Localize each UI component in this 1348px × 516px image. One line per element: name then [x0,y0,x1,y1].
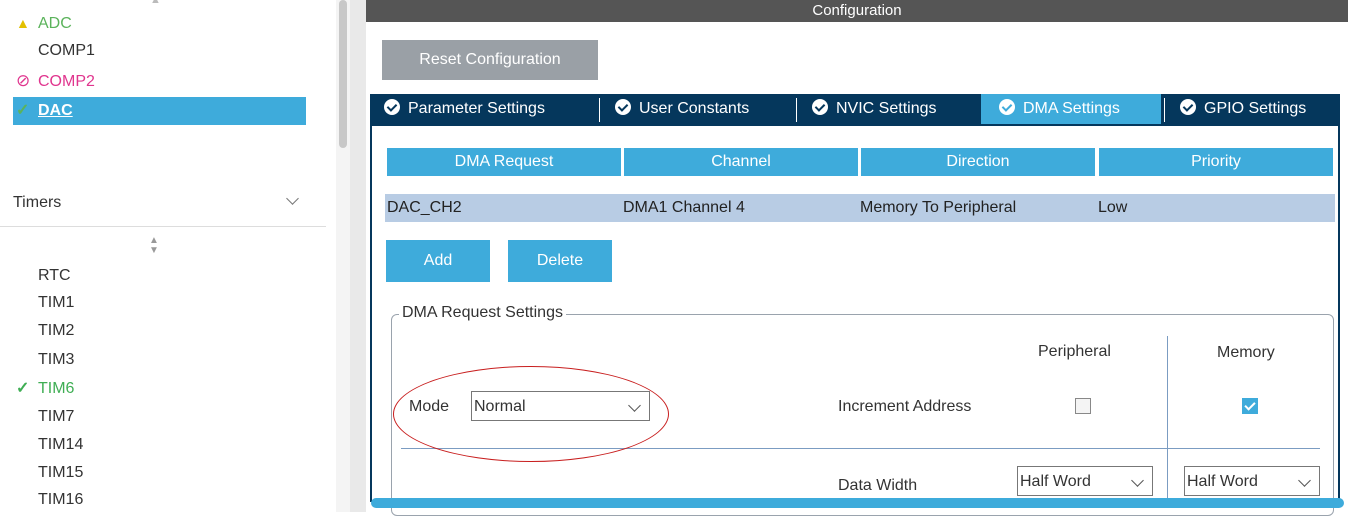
check-icon: ✓ [16,102,30,119]
ip-item-adc[interactable]: ▲ ADC [16,12,72,34]
check-circle-icon [615,99,631,115]
ip-item-tim6[interactable]: ✓ TIM6 [16,378,74,400]
ip-item-rtc[interactable]: RTC [16,265,71,287]
peripheral-column-header: Peripheral [1038,343,1111,360]
horizontal-scrollbar[interactable] [371,498,1344,508]
ip-item-tim1[interactable]: TIM1 [16,292,74,314]
ip-item-tim16[interactable]: TIM16 [16,489,83,511]
panel-splitter[interactable] [350,0,366,512]
tab-separator [796,98,797,122]
table-cell-direction: Memory To Peripheral [860,199,1017,216]
ip-item-comp1[interactable]: COMP1 [16,40,95,62]
chevron-down-icon [1131,474,1144,487]
configuration-title: Configuration [366,0,1348,22]
left-scrollbar[interactable] [336,0,350,512]
memory-data-width-value: Half Word [1187,473,1258,490]
peripheral-data-width-select[interactable]: Half Word [1017,466,1153,496]
tab-gpio-settings[interactable]: GPIO Settings [1166,94,1340,124]
tab-nvic-settings[interactable]: NVIC Settings [798,94,978,124]
timers-divider [0,226,326,227]
mode-highlight-ellipse [393,366,669,462]
ip-item-tim2[interactable]: TIM2 [16,320,74,342]
memory-data-width-select[interactable]: Half Word [1184,466,1320,496]
tab-separator [1164,98,1165,122]
disabled-icon: ⊘ [16,71,31,90]
tab-separator [599,98,600,122]
timers-category-label: Timers [13,194,62,211]
tab-user-constants[interactable]: User Constants [601,94,795,124]
warning-icon: ▲ [16,15,30,31]
ip-item-tim7[interactable]: TIM7 [16,406,74,428]
left-scrollbar-thumb[interactable] [339,0,347,148]
table-cell-priority: Low [1098,199,1128,216]
check-circle-icon [1180,99,1196,115]
chevron-down-icon [1298,474,1311,487]
memory-increment-checkbox[interactable] [1242,398,1258,414]
check-circle-icon [999,99,1015,115]
reset-configuration-button[interactable]: Reset Configuration [382,40,598,80]
ip-item-comp2[interactable]: ⊘ COMP2 [16,70,95,92]
ip-list-panel: ▲ ▲ ADC COMP1 ⊘ COMP2 ✓ DAC Timers ▲ ▼ RTC T… [0,0,336,512]
ip-item-tim14[interactable]: TIM14 [16,434,83,456]
add-button[interactable]: Add [386,240,490,282]
chevron-down-icon [286,192,299,205]
check-circle-icon [384,99,400,115]
column-header-dma-request[interactable]: DMA Request [387,148,621,176]
data-width-label: Data Width [838,477,918,494]
ip-item-dac[interactable]: ✓ DAC [16,100,73,122]
scroll-up-arrow-icon[interactable]: ▲ [150,0,162,6]
config-tab-bar: Parameter Settings User Constants NVIC S… [370,94,1340,126]
tab-dma-settings[interactable]: DMA Settings [981,94,1161,124]
table-cell-channel: DMA1 Channel 4 [623,199,745,216]
sort-arrows-icon[interactable]: ▲ ▼ [149,236,159,256]
column-divider [1167,336,1168,500]
column-header-priority[interactable]: Priority [1099,148,1333,176]
timers-category-header[interactable]: Timers [0,190,320,218]
peripheral-data-width-value: Half Word [1020,473,1091,490]
check-circle-icon [812,99,828,115]
dma-request-settings-title: DMA Request Settings [399,303,566,323]
ip-item-tim15[interactable]: TIM15 [16,462,83,484]
memory-column-header: Memory [1217,344,1275,361]
column-header-direction[interactable]: Direction [861,148,1095,176]
increment-address-label: Increment Address [838,398,972,415]
column-header-channel[interactable]: Channel [624,148,858,176]
table-cell-dma-request: DAC_CH2 [387,199,462,216]
tab-parameter-settings[interactable]: Parameter Settings [370,94,598,124]
check-icon: ✓ [16,380,30,397]
ip-item-tim3[interactable]: TIM3 [16,349,74,371]
delete-button[interactable]: Delete [508,240,612,282]
peripheral-increment-checkbox[interactable] [1075,398,1091,414]
